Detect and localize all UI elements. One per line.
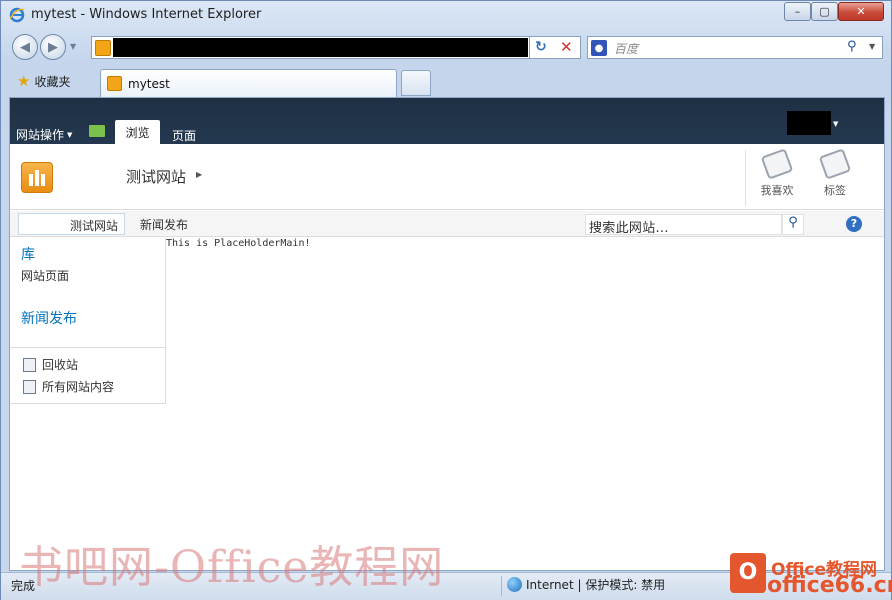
top-navigation: 测试网站 新闻发布 搜索此网站... ⚲ ?: [10, 211, 884, 237]
favorites-star-icon: ★: [17, 72, 31, 90]
tags-icon: [818, 148, 852, 180]
back-button[interactable]: ◀: [12, 34, 38, 60]
topnav-item-news[interactable]: 新闻发布: [140, 216, 188, 233]
maximize-button[interactable]: ▢: [811, 2, 838, 21]
favorites-bar: ★ 收藏夹 mytest: [9, 67, 885, 97]
address-divider: [529, 36, 530, 59]
search-options-dropdown-icon[interactable]: ▼: [869, 42, 875, 51]
stop-icon[interactable]: ✕: [560, 38, 573, 56]
globe-icon: [507, 577, 522, 592]
breadcrumb-arrow-icon[interactable]: ▶: [196, 170, 202, 179]
page-viewport: 网站操作 ▼ 浏览 页面 ▼ 测试网站 ▶ 我喜欢 标签 测试网站 新闻发布 搜…: [9, 97, 885, 571]
tab-label: mytest: [128, 77, 170, 91]
watermark-text: 书吧网-Office教程网: [19, 542, 445, 593]
tab-browse-label: 浏览: [125, 125, 150, 140]
sharepoint-ribbon: 网站操作 ▼ 浏览 页面 ▼: [10, 98, 884, 144]
site-title-area: 测试网站 ▶ 我喜欢 标签: [10, 144, 884, 210]
topnav-item-home[interactable]: 测试网站: [18, 213, 125, 235]
status-divider: [501, 576, 502, 596]
quicklaunch-libraries-heading[interactable]: 库: [21, 244, 35, 264]
site-title[interactable]: 测试网站: [126, 166, 186, 187]
minimize-icon: –: [794, 5, 801, 18]
office-logo-icon: O: [730, 553, 766, 593]
site-actions-label: 网站操作: [16, 128, 65, 142]
site-favicon-icon: [95, 40, 111, 56]
search-box[interactable]: ● 百度 ⚲ ▼: [587, 36, 883, 59]
social-divider: [745, 150, 746, 206]
site-search-icon[interactable]: ⚲: [782, 214, 804, 235]
window-title: mytest - Windows Internet Explorer: [31, 7, 262, 22]
back-arrow-icon: ◀: [20, 39, 30, 55]
quicklaunch-divider: [10, 347, 166, 348]
new-tab-button[interactable]: [401, 70, 431, 96]
quicklaunch-item-site-pages[interactable]: 网站页面: [21, 267, 69, 284]
recent-pages-dropdown-icon[interactable]: ▼: [70, 42, 76, 51]
watermark-brand-line2: office66.cn: [767, 573, 892, 598]
tab-browse[interactable]: 浏览: [115, 120, 160, 144]
forward-arrow-icon: ▶: [48, 39, 58, 55]
address-url-redacted[interactable]: [113, 38, 528, 57]
site-logo-icon[interactable]: [21, 162, 53, 193]
quicklaunch-news-heading[interactable]: 新闻发布: [21, 308, 77, 328]
user-menu-chevron-icon[interactable]: ▼: [833, 120, 838, 128]
favorites-button[interactable]: ★ 收藏夹: [17, 72, 70, 90]
tab-mytest[interactable]: mytest: [100, 69, 397, 97]
navigate-up-folder-icon[interactable]: [89, 125, 105, 137]
security-zone-label: Internet | 保护模式: 禁用: [526, 578, 666, 592]
placeholder-main-text: This is PlaceHolderMain!: [166, 238, 311, 249]
like-label: 我喜欢: [760, 184, 794, 197]
browser-window: mytest - Windows Internet Explorer – ▢ ✕…: [0, 0, 892, 600]
chevron-down-icon: ▼: [67, 131, 73, 139]
close-button[interactable]: ✕: [838, 2, 884, 21]
minimize-button[interactable]: –: [784, 2, 811, 21]
search-placeholder: 百度: [614, 42, 639, 56]
like-tag-icon: [760, 148, 794, 180]
forward-button[interactable]: ▶: [40, 34, 66, 60]
user-menu-redacted[interactable]: [787, 111, 831, 135]
close-icon: ✕: [856, 5, 866, 18]
internet-explorer-icon: [9, 7, 25, 23]
recycle-bin-icon: [23, 357, 36, 372]
security-zone[interactable]: Internet | 保护模式: 禁用: [507, 576, 665, 593]
site-search-input[interactable]: 搜索此网站...: [585, 214, 782, 236]
search-icon[interactable]: ⚲: [847, 39, 857, 54]
tags-notes-button[interactable]: 标签: [810, 148, 860, 198]
maximize-icon: ▢: [819, 5, 830, 18]
address-bar[interactable]: [91, 36, 581, 59]
quicklaunch-item-recycle-bin[interactable]: 回收站: [23, 356, 78, 373]
all-content-icon: [23, 379, 36, 394]
recycle-bin-label: 回收站: [42, 358, 79, 372]
tab-page[interactable]: 页面: [172, 127, 196, 144]
tab-page-label: 页面: [172, 129, 197, 143]
favorites-label: 收藏夹: [34, 74, 71, 89]
site-actions-menu[interactable]: 网站操作 ▼: [16, 126, 72, 143]
i-like-it-button[interactable]: 我喜欢: [752, 148, 802, 198]
tag-label: 标签: [824, 184, 846, 197]
baidu-provider-icon[interactable]: ●: [591, 40, 607, 56]
tab-favicon-icon: [107, 76, 122, 91]
all-content-label: 所有网站内容: [42, 380, 115, 394]
quick-launch: 库 网站页面 新闻发布 回收站 所有网站内容: [10, 238, 166, 404]
help-icon[interactable]: ?: [846, 216, 862, 232]
quicklaunch-item-all-content[interactable]: 所有网站内容: [23, 378, 114, 395]
title-bar: mytest - Windows Internet Explorer – ▢ ✕: [1, 1, 891, 29]
refresh-icon[interactable]: ↻: [535, 39, 547, 55]
